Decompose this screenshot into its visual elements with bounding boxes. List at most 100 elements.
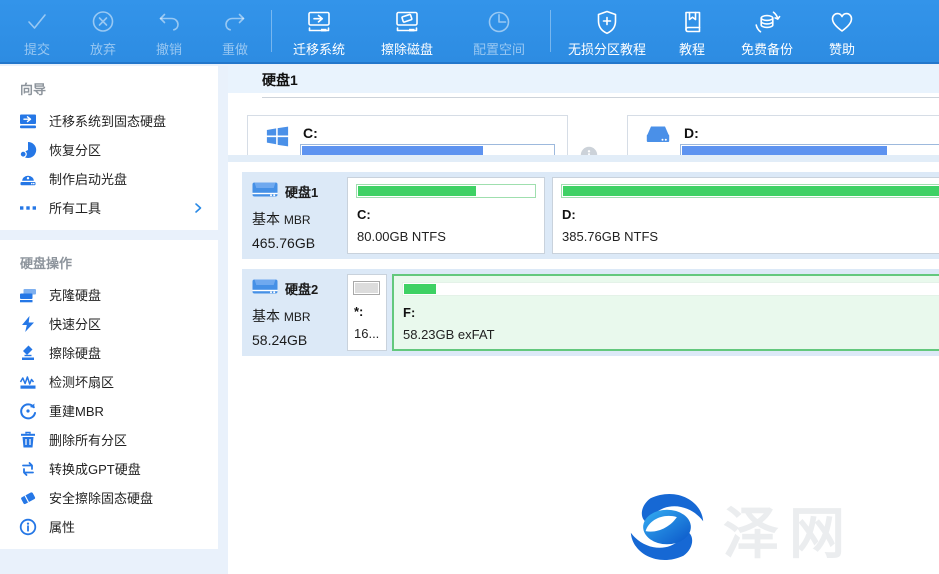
partition-letter: *:	[354, 304, 363, 319]
sidebar-item-label: 转换成GPT硬盘	[49, 459, 204, 478]
disk-row-2: 硬盘2 基本 MBR 58.24GB *: 16... F: 58.23GB e…	[242, 269, 939, 356]
sidebar-item-properties[interactable]: 属性	[0, 512, 218, 541]
partition-usage-bar	[353, 281, 380, 295]
toolbar-button-free-backup[interactable]: 免费备份	[724, 2, 810, 60]
disk-name: 硬盘1	[285, 182, 318, 201]
donate-heart-icon	[828, 4, 856, 36]
quick-partition-icon	[18, 315, 38, 333]
toolbar-button-discard: 放弃	[70, 2, 136, 60]
partition-letter: D:	[562, 207, 576, 222]
volume-letter: C:	[303, 125, 318, 141]
rebuild-mbr-icon	[18, 402, 38, 420]
sidebar-item-label: 属性	[49, 517, 204, 536]
secure-erase-ssd-icon	[18, 489, 38, 507]
disk-info[interactable]: 硬盘1 基本 MBR 465.76GB	[252, 179, 347, 251]
disk-name: 硬盘2	[285, 279, 318, 298]
toolbar-separator	[550, 10, 551, 52]
toolbar-button-undo: 撤销	[136, 2, 202, 60]
overview-divider-strip	[228, 155, 939, 162]
delete-all-partitions-icon	[18, 431, 38, 449]
toolbar-button-label: 赞助	[829, 39, 855, 58]
disk-row-1: 硬盘1 基本 MBR 465.76GB C: 80.00GB NTFS D: 3…	[242, 172, 939, 259]
undo-icon	[155, 4, 183, 36]
wipe-hard-drive-icon	[18, 344, 38, 362]
toolbar-button-donate[interactable]: 赞助	[810, 2, 874, 60]
sidebar-item-convert-to-gpt[interactable]: 转换成GPT硬盘	[0, 454, 218, 483]
sidebar-section-title: 向导	[0, 75, 218, 106]
toolbar-button-partition-tutorial[interactable]: 无损分区教程	[554, 2, 660, 60]
toolbar-button-wipe-disk[interactable]: 擦除磁盘	[363, 2, 451, 60]
header-separator	[262, 97, 939, 98]
clone-disk-icon	[18, 286, 38, 304]
toolbar-button-label: 放弃	[90, 39, 116, 58]
sidebar-item-label: 恢复分区	[49, 140, 204, 159]
discard-icon	[89, 4, 117, 36]
sidebar-item-quick-partition[interactable]: 快速分区	[0, 309, 218, 338]
partition-block-c[interactable]: C: 80.00GB NTFS	[347, 177, 545, 254]
partition-usage-bar	[356, 184, 536, 198]
partition-info: 58.23GB exFAT	[403, 327, 495, 342]
disk-partition-style: MBR	[284, 213, 311, 227]
sidebar-item-wipe-hard-drive[interactable]: 擦除硬盘	[0, 338, 218, 367]
disk-type: 基本	[252, 308, 280, 324]
volume-card-d[interactable]: D:	[627, 115, 939, 157]
sidebar-item-label: 重建MBR	[49, 401, 204, 420]
sidebar-item-all-tools[interactable]: 所有工具	[0, 193, 218, 222]
toolbar-button-label: 配置空间	[473, 39, 525, 58]
toolbar-separator	[271, 10, 272, 52]
disk-tab-label[interactable]: 硬盘1	[228, 70, 298, 90]
partition-letter: F:	[403, 305, 415, 320]
disk-size: 465.76GB	[252, 235, 347, 251]
toolbar-button-label: 免费备份	[741, 39, 793, 58]
sidebar-item-bootable-media[interactable]: 制作启动光盘	[0, 164, 218, 193]
partition-info: 80.00GB NTFS	[357, 229, 446, 244]
toolbar-button-tutorial[interactable]: 教程	[660, 2, 724, 60]
partition-block-d[interactable]: D: 385.76GB NTFS	[552, 177, 939, 254]
sidebar-item-migrate-to-ssd[interactable]: 迁移系统到固态硬盘	[0, 106, 218, 135]
disk-type: 基本	[252, 211, 280, 227]
partition-usage-bar	[402, 282, 939, 296]
migrate-system-icon	[305, 4, 333, 36]
disk-icon	[252, 179, 278, 203]
sidebar-item-label: 安全擦除固态硬盘	[49, 488, 204, 507]
bootable-media-icon	[18, 170, 38, 188]
recover-partition-icon	[18, 141, 38, 159]
sidebar-item-delete-all-partitions[interactable]: 删除所有分区	[0, 425, 218, 454]
toolbar-button-label: 提交	[24, 39, 50, 58]
partition-usage-fill	[404, 284, 436, 294]
redo-icon	[221, 4, 249, 36]
toolbar-button-migrate-system[interactable]: 迁移系统	[275, 2, 363, 60]
sidebar-section-title: 硬盘操作	[0, 249, 218, 280]
volume-card-c[interactable]: C:	[247, 115, 568, 157]
sidebar-item-check-bad-sectors[interactable]: 检测坏扇区	[0, 367, 218, 396]
free-backup-icon	[753, 4, 781, 36]
partition-tutorial-icon	[593, 4, 621, 36]
partition-block-f[interactable]: F: 58.23GB exFAT	[392, 274, 939, 351]
partition-block-unallocated[interactable]: *: 16...	[347, 274, 387, 351]
sidebar-item-recover-partition[interactable]: 恢复分区	[0, 135, 218, 164]
partition-usage-bar	[561, 184, 939, 198]
partition-usage-fill	[355, 283, 378, 293]
apply-check-icon	[23, 4, 51, 36]
partition-usage-fill	[358, 186, 476, 196]
allocate-space-icon	[485, 4, 513, 36]
sidebar-section-disk-operations: 硬盘操作 克隆硬盘 快速分区 擦除硬盘 检测坏扇区 重建MBR	[0, 240, 218, 549]
sidebar-item-label: 检测坏扇区	[49, 372, 204, 391]
all-tools-icon	[18, 199, 38, 217]
sidebar-item-rebuild-mbr[interactable]: 重建MBR	[0, 396, 218, 425]
sidebar-item-label: 快速分区	[49, 314, 204, 333]
watermark: 泽网	[625, 489, 855, 570]
disk-icon	[252, 276, 278, 300]
sidebar-item-label: 擦除硬盘	[49, 343, 204, 362]
toolbar-button-label: 无损分区教程	[568, 39, 646, 58]
disk-info[interactable]: 硬盘2 基本 MBR 58.24GB	[252, 276, 347, 348]
toolbar-button-apply: 提交	[4, 2, 70, 60]
drive-icon	[644, 123, 672, 155]
sidebar-item-clone-disk[interactable]: 克隆硬盘	[0, 280, 218, 309]
partition-letter: C:	[357, 207, 371, 222]
sidebar-item-secure-erase-ssd[interactable]: 安全擦除固态硬盘	[0, 483, 218, 512]
toolbar: 提交 放弃 撤销 重做 迁移系统 擦除磁盘 配置空间 无损分区	[0, 0, 939, 64]
volume-overview-strip: C: D: ···	[228, 99, 939, 157]
partition-info: 385.76GB NTFS	[562, 229, 658, 244]
toolbar-button-label: 重做	[222, 39, 248, 58]
